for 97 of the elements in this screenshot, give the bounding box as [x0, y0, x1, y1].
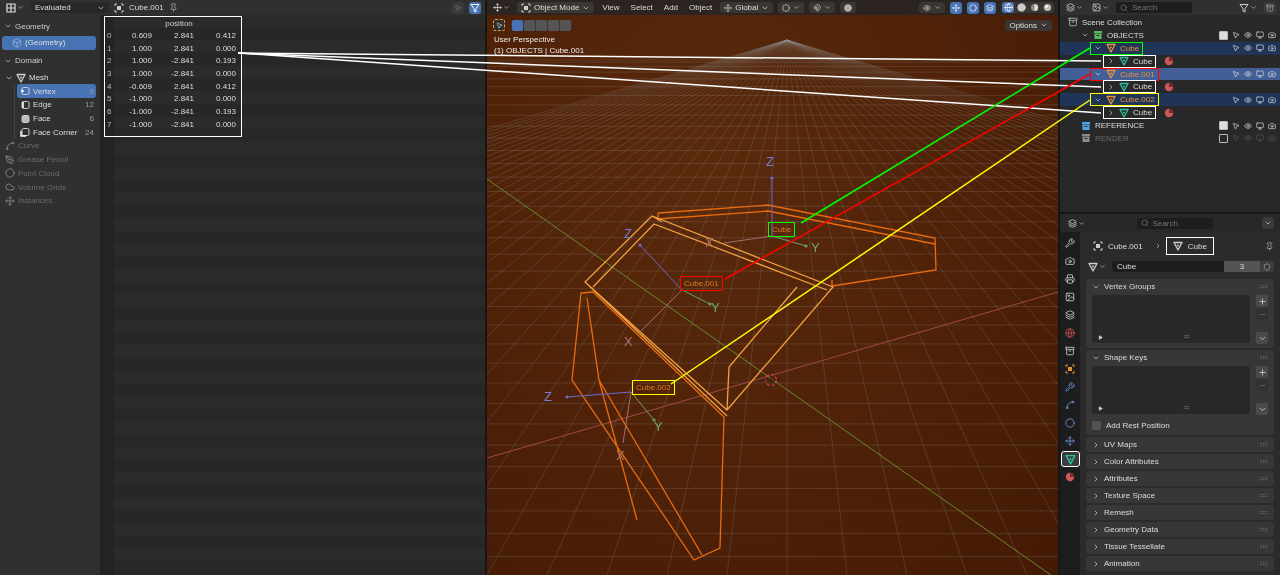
table-cell-text: -2.841: [170, 106, 195, 116]
axis-label: Z: [544, 389, 552, 404]
table-cell-text: -2.841: [170, 56, 195, 66]
row-index: 7: [106, 119, 113, 129]
checkbox-row[interactable]: Add Rest Position: [1086, 419, 1274, 435]
row-index: 2: [106, 56, 113, 66]
table-cell-text: 2.841: [172, 30, 195, 40]
row-index: 6: [106, 106, 113, 116]
outliner-row[interactable]: Cube: [1060, 54, 1280, 68]
table-cell-text: 2.841: [172, 81, 195, 91]
panel-header[interactable]: Remesh: [1086, 505, 1274, 520]
panel-header[interactable]: Attributes: [1086, 471, 1274, 486]
axis-label: X: [624, 334, 633, 349]
section-header[interactable]: Domain: [0, 53, 100, 68]
outliner-item-label: Cube: [1120, 43, 1140, 53]
outliner-row[interactable]: REFERENCE: [1060, 119, 1280, 132]
table-cell-text: 0.000: [214, 68, 237, 78]
table-cell-text: 0.412: [214, 81, 237, 91]
outliner-item-label: Cube: [1133, 56, 1153, 66]
options-dropdown[interactable]: Options: [1005, 19, 1052, 31]
table-cell-text: 0.193: [214, 56, 237, 66]
outliner-row[interactable]: Cube: [1060, 41, 1280, 55]
panel-header[interactable]: Texture Space: [1086, 488, 1274, 503]
object-label: Cube.001: [680, 276, 723, 291]
outliner-row[interactable]: Cube: [1060, 106, 1280, 120]
outliner-item-label: RENDER: [1095, 133, 1129, 143]
table-cell-text: 0.000: [214, 43, 237, 53]
table-cell-text: 0.193: [214, 106, 237, 116]
panel-header[interactable]: Shape Keys: [1086, 350, 1274, 365]
domain-item[interactable]: Edge 12: [17, 98, 96, 112]
menu-item[interactable]: Add: [660, 3, 682, 12]
axis-label: Y: [654, 419, 663, 434]
table-cell-text: -0.609: [128, 81, 153, 91]
viewport-info-text: (1) OBJECTS | Cube.001: [494, 46, 585, 55]
table-cell-text: -2.841: [170, 68, 195, 78]
menu-item[interactable]: Object: [686, 3, 716, 12]
table-cell-text: -1.000: [128, 106, 153, 116]
row-index: 0: [106, 30, 113, 40]
table-cell-text: -1.000: [128, 94, 153, 104]
name-field[interactable]: Cube: [1112, 261, 1224, 272]
domain-item[interactable]: Face Corner 24: [17, 125, 96, 140]
row-index: 5: [106, 94, 113, 104]
table-cell-text: -1.000: [128, 119, 153, 129]
outliner-item-label: Cube: [1133, 108, 1153, 118]
outliner-row[interactable]: Scene Collection: [1060, 16, 1280, 29]
panel-header[interactable]: Animation: [1086, 556, 1274, 571]
panel-header[interactable]: UV Maps: [1086, 437, 1274, 452]
outliner-item-label: REFERENCE: [1095, 121, 1145, 131]
outliner-item-label: Cube.002: [1120, 95, 1155, 105]
panel-header[interactable]: Tissue Tessellate: [1086, 539, 1274, 554]
axis-label: Y: [811, 240, 820, 255]
search-field[interactable]: Search: [1136, 217, 1213, 229]
breadcrumb-label: Cube.001: [1108, 241, 1143, 251]
evaluation-dropdown[interactable]: Evaluated: [31, 2, 109, 13]
axis-label: Z: [766, 154, 774, 169]
mode-dropdown[interactable]: Object Mode: [517, 2, 595, 13]
orientation-dropdown[interactable]: Global: [720, 2, 774, 13]
panel-header[interactable]: Color Attributes: [1086, 454, 1274, 469]
table-cell-text: -2.841: [170, 119, 195, 129]
panel-header[interactable]: Geometry Data: [1086, 522, 1274, 537]
table-cell-text: 1.000: [130, 68, 153, 78]
table-cell-text: 1.000: [130, 56, 153, 66]
table-cell-text: 0.000: [214, 119, 237, 129]
table-cell-text: 1.000: [130, 43, 153, 53]
column-header: position: [164, 17, 194, 29]
outliner-row[interactable]: Cube: [1060, 80, 1280, 94]
row-index: 4: [106, 81, 113, 91]
table-cell-text: 0.412: [214, 30, 237, 40]
outliner-item-label: Cube: [1133, 82, 1153, 92]
outliner-item-label: OBJECTS: [1107, 30, 1144, 40]
table-cell-text: 0.000: [214, 94, 237, 104]
user-count: 3: [1224, 261, 1260, 272]
table-cell-text: 2.841: [172, 43, 195, 53]
outliner-item-label: Cube.001: [1120, 69, 1155, 79]
checkbox-label: Add Rest Position: [1106, 421, 1170, 430]
domain-item[interactable]: Vertex 8: [17, 84, 96, 99]
outliner-item-label: Scene Collection: [1082, 17, 1143, 27]
section-header[interactable]: Geometry: [0, 19, 100, 33]
table-cell-text: 0.609: [130, 30, 153, 40]
viewport-info-text: User Perspective: [494, 35, 555, 44]
axis-label: Y: [711, 300, 720, 315]
domain-item[interactable]: (Geometry): [2, 36, 96, 50]
row-index: 3: [106, 68, 113, 78]
outliner-row[interactable]: Cube.002: [1060, 93, 1280, 107]
object-name: Cube.001: [129, 3, 164, 12]
outliner-row[interactable]: OBJECTS: [1060, 28, 1280, 42]
breadcrumb-label: Cube: [1187, 241, 1207, 251]
search-field[interactable]: Search: [1116, 2, 1192, 13]
axis-label: Z: [624, 226, 632, 241]
object-label: Cube.002: [632, 380, 675, 395]
domain-item[interactable]: Face 6: [17, 111, 96, 126]
menu-item[interactable]: View: [599, 3, 623, 12]
row-index: 1: [106, 43, 113, 53]
table-cell-text: 2.841: [172, 94, 195, 104]
domain-item[interactable]: Mesh: [2, 70, 96, 85]
menu-item[interactable]: Select: [627, 3, 656, 12]
panel-header[interactable]: Vertex Groups: [1086, 279, 1274, 294]
